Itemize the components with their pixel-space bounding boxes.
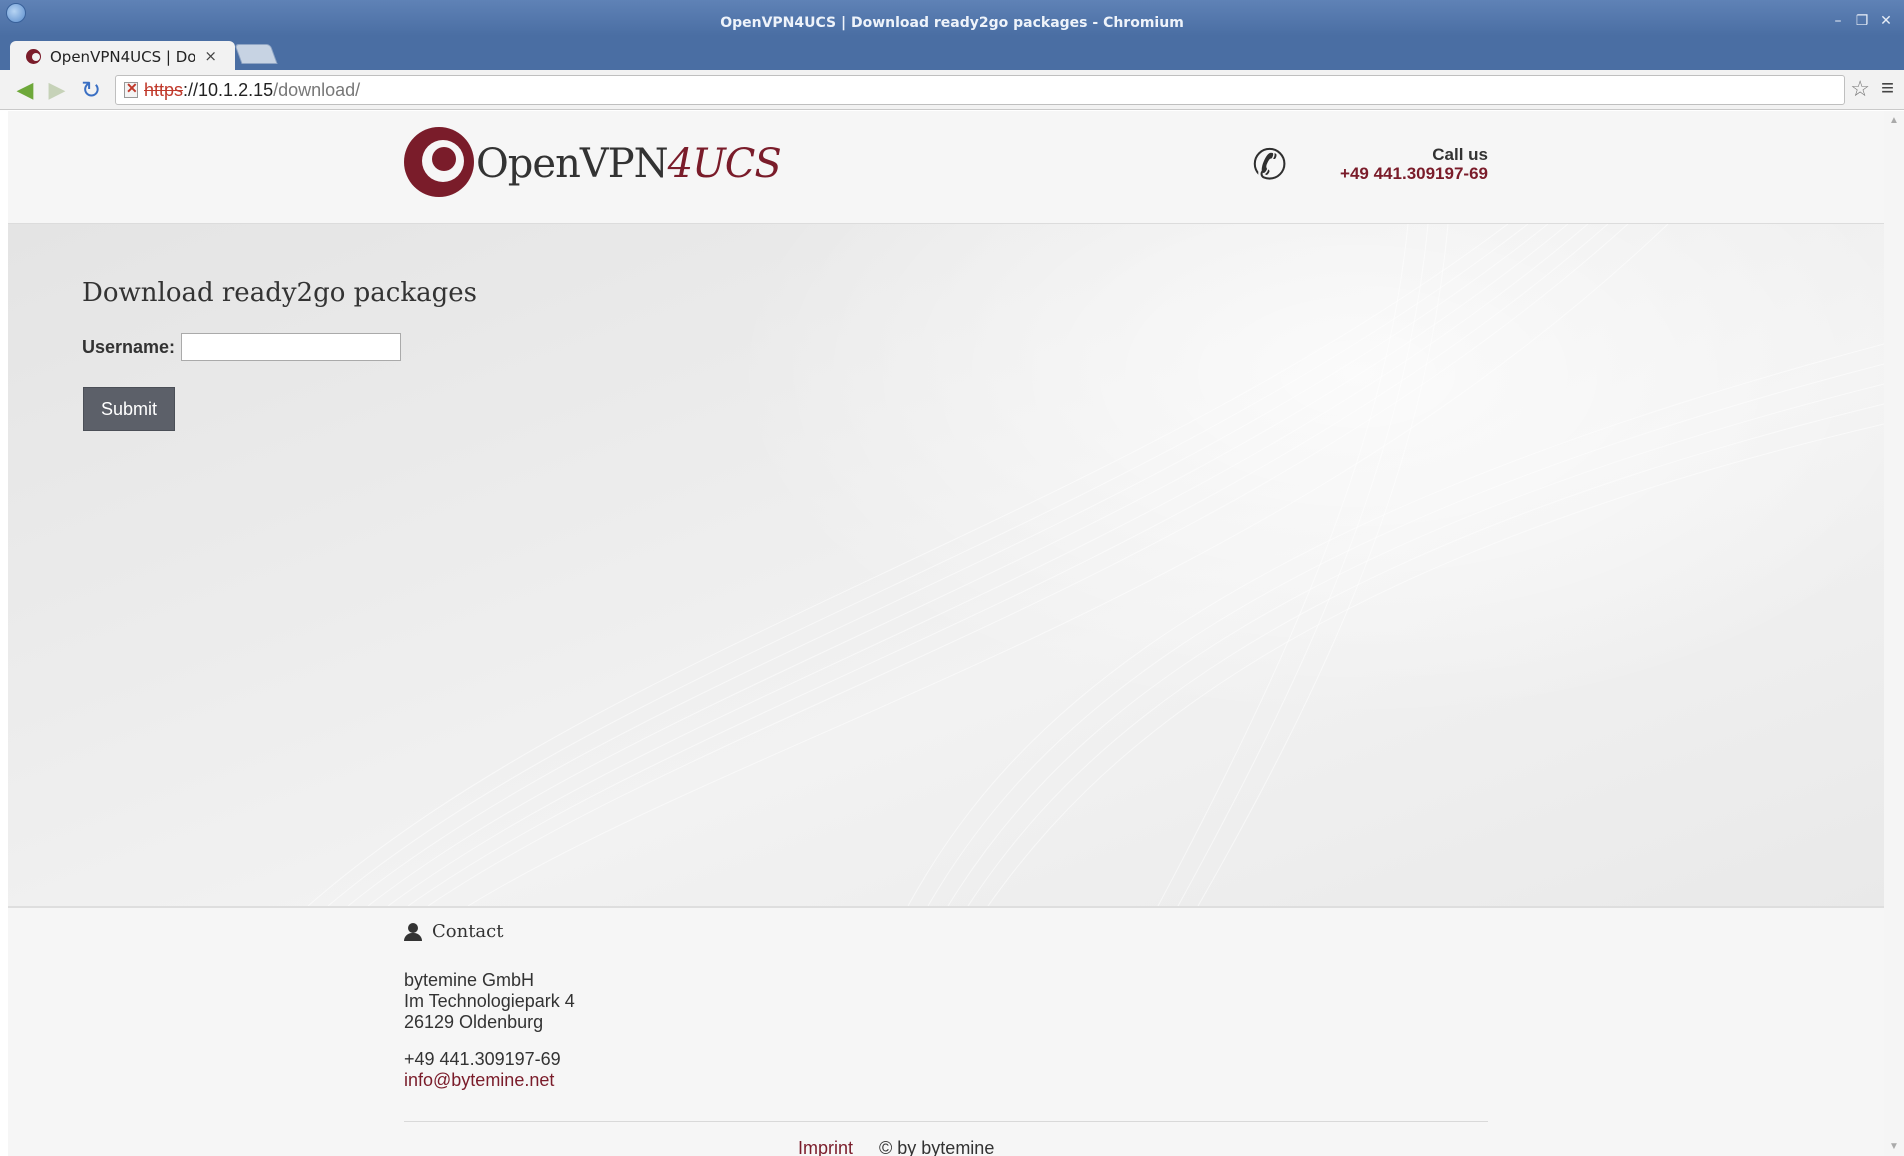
favicon-icon	[26, 49, 41, 64]
back-icon[interactable]: ◀	[12, 77, 38, 103]
page-scrollbar[interactable]: ▲ ▼	[1884, 111, 1904, 1156]
person-icon	[404, 922, 422, 941]
window-controls: – ❐ ✕	[1830, 13, 1894, 29]
contact-details: +49 441.309197-69 info@bytemine.net	[404, 1049, 561, 1091]
footer-bottom: Imprint © by bytemine	[798, 1138, 994, 1156]
star-icon[interactable]: ☆	[1850, 76, 1870, 102]
username-row: Username:	[82, 333, 402, 361]
openvpn4ucs-logo[interactable]: OpenVPN4UCS	[404, 127, 782, 203]
window-titlebar: OpenVPN4UCS | Download ready2go packages…	[0, 0, 1904, 36]
call-us-label: Call us	[1432, 145, 1488, 164]
maximize-button[interactable]: ❐	[1854, 13, 1870, 29]
logo-mark-icon	[404, 127, 474, 197]
tab-close-icon[interactable]: ×	[204, 47, 217, 65]
contact-heading-text: Contact	[432, 921, 504, 942]
street-address: Im Technologiepark 4	[404, 991, 575, 1011]
site-header: OpenVPN4UCS ✆ Call us +49 441.309197-69	[8, 111, 1884, 224]
logo-accent: 4UCS	[667, 141, 782, 187]
url-scheme: https	[144, 80, 184, 100]
logo-text: OpenVPN	[476, 141, 669, 187]
url-host: ://10.1.2.15	[183, 80, 274, 100]
address-bar[interactable]: https://10.1.2.15/download/	[115, 75, 1845, 105]
browser-tab[interactable]: OpenVPN4UCS | Do ×	[10, 41, 235, 70]
reload-icon[interactable]: ↻	[78, 77, 104, 104]
url-path: /download/	[273, 80, 361, 100]
window-title: OpenVPN4UCS | Download ready2go packages…	[720, 15, 1184, 31]
footer-divider	[404, 1121, 1488, 1122]
minimize-button[interactable]: –	[1830, 13, 1846, 29]
imprint-link[interactable]: Imprint	[798, 1138, 853, 1156]
submit-button[interactable]: Submit	[83, 387, 175, 431]
menu-icon[interactable]: ≡	[1881, 75, 1894, 101]
insecure-lock-icon[interactable]	[124, 80, 138, 98]
logo-wordmark: OpenVPN4UCS	[476, 141, 782, 187]
url-text[interactable]: https://10.1.2.15/download/	[144, 80, 360, 101]
phone-icon: ✆	[1252, 141, 1288, 188]
forward-icon[interactable]: ▶	[44, 77, 70, 103]
page-title: Download ready2go packages	[82, 278, 477, 308]
scroll-down-icon[interactable]: ▼	[1889, 1141, 1899, 1152]
username-label: Username:	[82, 336, 176, 357]
new-tab-button[interactable]	[234, 44, 278, 64]
site-footer: Contact bytemine GmbH Im Technologiepark…	[8, 906, 1884, 1156]
email-link[interactable]: info@bytemine.net	[404, 1070, 561, 1091]
username-input[interactable]	[181, 333, 402, 361]
copyright-text: © by bytemine	[879, 1138, 995, 1156]
city-address: 26129 Oldenburg	[404, 1012, 544, 1032]
call-us-number: +49 441.309197-69	[1340, 164, 1488, 183]
company-name: bytemine GmbH	[404, 970, 535, 990]
tab-title: OpenVPN4UCS | Do	[50, 48, 195, 66]
close-window-button[interactable]: ✕	[1878, 13, 1894, 29]
footer-phone: +49 441.309197-69	[404, 1049, 561, 1069]
address-block: bytemine GmbH Im Technologiepark 4 26129…	[404, 970, 575, 1033]
call-us-block: Call us +49 441.309197-69	[1340, 145, 1488, 183]
background-waves	[307, 224, 1884, 906]
browser-toolbar: ◀ ▶ ↻ https://10.1.2.15/download/ ☆ ≡	[0, 70, 1904, 110]
main-content: Download ready2go packages Username: Sub…	[8, 224, 1884, 906]
page-viewport: OpenVPN4UCS ✆ Call us +49 441.309197-69	[8, 111, 1884, 1156]
contact-heading: Contact	[404, 921, 503, 942]
tab-strip: OpenVPN4UCS | Do ×	[0, 36, 1904, 70]
scroll-up-icon[interactable]: ▲	[1889, 115, 1899, 126]
